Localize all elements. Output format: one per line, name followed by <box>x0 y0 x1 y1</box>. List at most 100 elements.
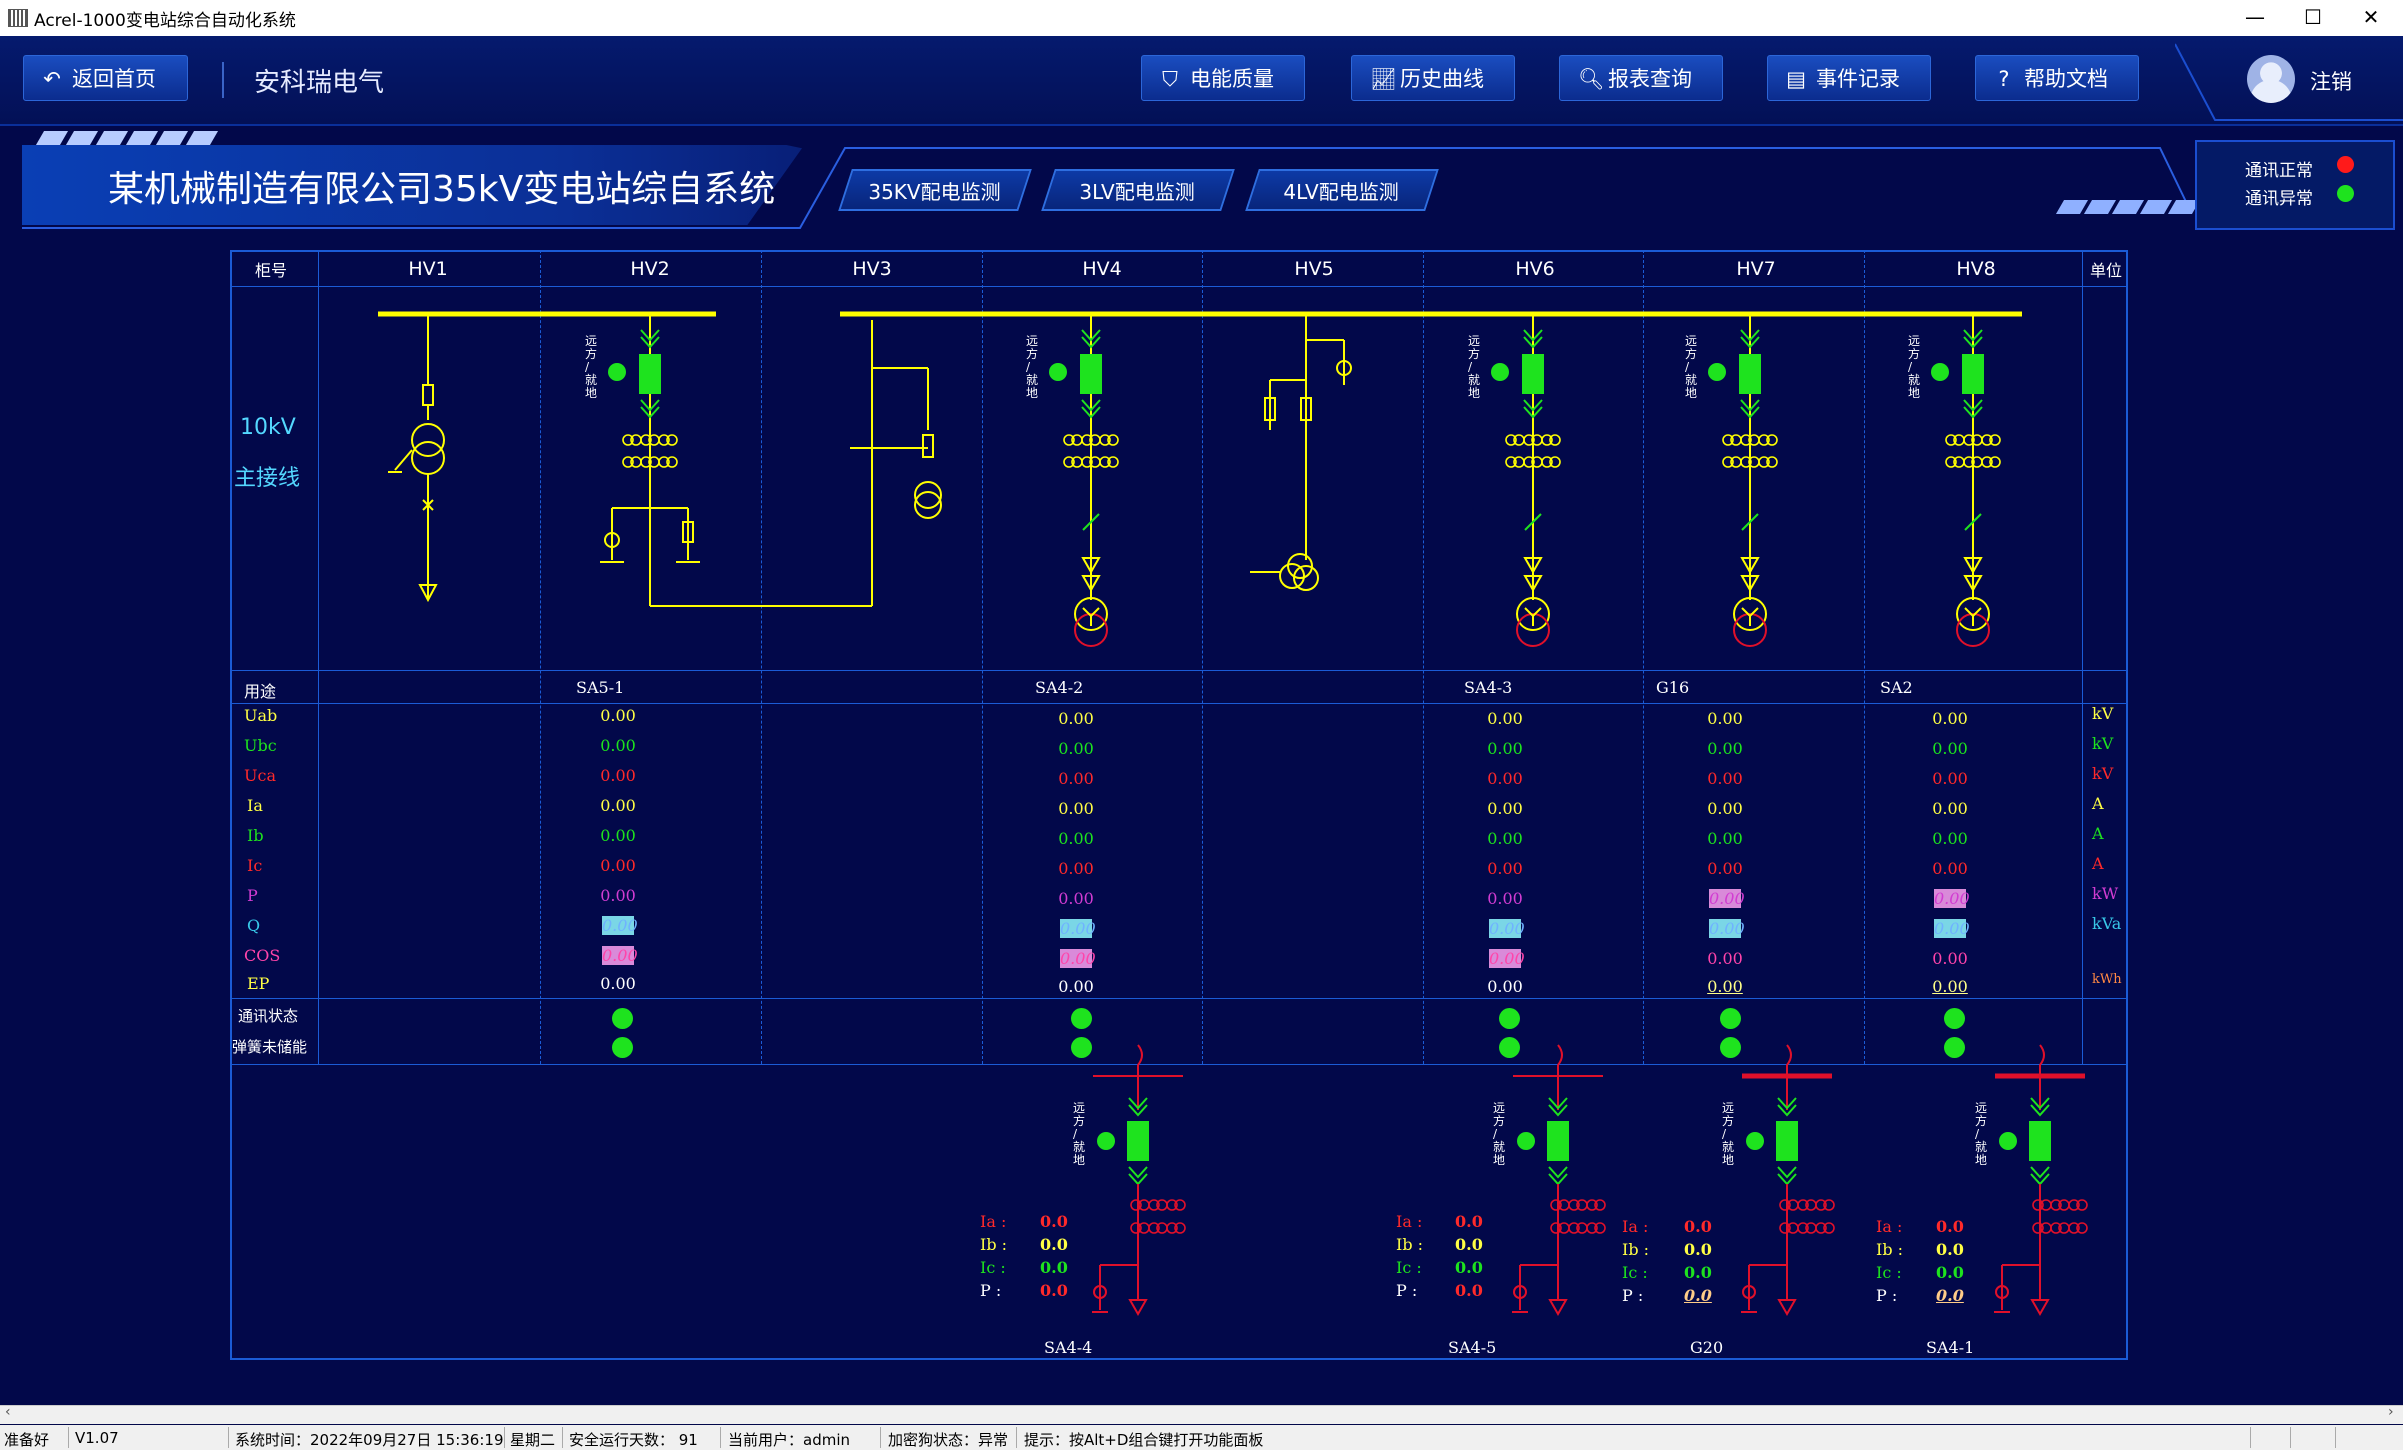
value-hv6-ia: 0.00 <box>1487 799 1523 818</box>
value-hv2-ic: 0.00 <box>600 856 636 875</box>
value-hv7-ubc: 0.00 <box>1707 739 1743 758</box>
remote-local-label: 地 <box>1026 386 1038 400</box>
unit-label: A <box>2092 794 2104 813</box>
value-hv4-uca: 0.00 <box>1058 769 1094 788</box>
feeder-value-ib: 0.0 <box>1684 1240 1712 1259</box>
param-label: Uca <box>244 766 276 785</box>
feeder-label-ic: Ic : <box>1396 1258 1422 1277</box>
horizontal-scrollbar[interactable]: ‹ › <box>0 1404 2403 1424</box>
value-hv2-ubc: 0.00 <box>600 736 636 755</box>
remote-local-label: 地 <box>1685 386 1697 400</box>
remote-local-label: 地 <box>585 386 597 400</box>
remote-local-label: 地 <box>1468 386 1480 400</box>
remote-local-label: 就 <box>585 373 597 387</box>
param-label: Ic <box>247 856 263 875</box>
usage-hv2: SA5-1 <box>576 678 625 697</box>
feeder-value-ic: 0.0 <box>1936 1263 1964 1282</box>
feeder-label-ib: Ib : <box>1396 1235 1424 1254</box>
remote-local-label: 地 <box>1722 1153 1734 1167</box>
value-hv6-ep: 0.00 <box>1487 977 1523 996</box>
feeder-4-symbol <box>1994 1044 2088 1317</box>
value-hv2-ep: 0.00 <box>600 974 636 993</box>
status-hint: 提示：按Alt+D组合键打开功能面板 <box>1024 1431 1264 1449</box>
feeder-value-ib: 0.0 <box>1040 1235 1068 1254</box>
value-hv2-ib: 0.00 <box>600 826 636 845</box>
feeder-label-ib: Ib : <box>1622 1240 1650 1259</box>
param-label: P <box>247 886 258 905</box>
remote-local-label: 地 <box>1908 386 1920 400</box>
comm-status-dot <box>1720 1008 1741 1029</box>
remote-local-label: 远 <box>1722 1101 1734 1115</box>
feeder-name: SA4-1 <box>1926 1338 1975 1357</box>
remote-local-label: 就 <box>1493 1140 1505 1154</box>
value-hv8-p: 0.00 <box>1934 889 1970 908</box>
param-label: Q <box>247 916 261 935</box>
scroll-left-icon[interactable]: ‹ <box>5 1404 11 1420</box>
spring-label: 弹簧未储能 <box>232 1038 308 1056</box>
value-hv8-q: 0.00 <box>1934 919 1970 938</box>
feeder-value-ib: 0.0 <box>1455 1235 1483 1254</box>
value-hv2-cos: 0.00 <box>602 946 638 965</box>
value-hv6-ic: 0.00 <box>1487 859 1523 878</box>
remote-local-label: 远 <box>585 334 597 348</box>
feeder-value-ia: 0.0 <box>1040 1212 1068 1231</box>
value-hv7-q: 0.00 <box>1709 919 1745 938</box>
value-hv4-ep: 0.00 <box>1058 977 1094 996</box>
value-hv8-uab: 0.00 <box>1932 709 1968 728</box>
param-label: COS <box>244 946 281 965</box>
remote-local-label: 远 <box>1975 1101 1987 1115</box>
feeder-value-ia: 0.0 <box>1455 1212 1483 1231</box>
usage-hv7: G16 <box>1656 678 1690 697</box>
comm-status-dot <box>612 1008 633 1029</box>
unit-label: A <box>2092 854 2104 873</box>
remote-local-label: 远 <box>1026 334 1038 348</box>
value-hv8-ubc: 0.00 <box>1932 739 1968 758</box>
remote-local-label: 方 <box>1026 346 1038 361</box>
value-hv2-ia: 0.00 <box>600 796 636 815</box>
param-label: Ib <box>247 826 264 845</box>
feeder-value-ia: 0.0 <box>1684 1217 1712 1236</box>
feeder-name: G20 <box>1690 1338 1724 1357</box>
status-ready: 准备好 <box>4 1431 50 1449</box>
spring-status-dot <box>612 1037 633 1058</box>
value-hv4-uab: 0.00 <box>1058 709 1094 728</box>
remote-local-label: / <box>1722 1127 1727 1141</box>
remote-local-label: 方 <box>1908 346 1920 361</box>
value-hv4-q: 0.00 <box>1060 919 1096 938</box>
value-hv8-uca: 0.00 <box>1932 769 1968 788</box>
hv8-breaker-branch <box>1931 314 2001 647</box>
value-hv4-ia: 0.00 <box>1058 799 1094 818</box>
remote-local-label: 远 <box>1908 334 1920 348</box>
status-time: 系统时间：2022年09月27日 15:36:19 <box>235 1431 504 1449</box>
spring-status-dot <box>1499 1037 1520 1058</box>
value-hv8-cos: 0.00 <box>1932 949 1968 968</box>
unit-label: kWh <box>2092 972 2122 987</box>
remote-local-label: / <box>1026 360 1031 374</box>
remote-local-label: / <box>1468 360 1473 374</box>
value-hv6-p: 0.00 <box>1487 889 1523 908</box>
unit-label: kV <box>2092 704 2114 723</box>
feeder-value-ia: 0.0 <box>1936 1217 1964 1236</box>
feeder-label-p: P : <box>1396 1281 1418 1300</box>
usage-hv8: SA2 <box>1880 678 1913 697</box>
feeder-name: SA4-5 <box>1448 1338 1497 1357</box>
value-hv7-uca: 0.00 <box>1707 769 1743 788</box>
value-hv7-ia: 0.00 <box>1707 799 1743 818</box>
remote-local-label: 地 <box>1975 1153 1987 1167</box>
remote-local-label: 远 <box>1073 1101 1085 1115</box>
feeder-name: SA4-4 <box>1044 1338 1093 1357</box>
remote-local-label: 地 <box>1073 1153 1085 1167</box>
feeder-label-ia: Ia : <box>1876 1217 1903 1236</box>
feeder-label-ic: Ic : <box>1622 1263 1648 1282</box>
hv7-breaker-branch <box>1708 314 1778 647</box>
comm-status-dot <box>1944 1008 1965 1029</box>
value-hv4-ubc: 0.00 <box>1058 739 1094 758</box>
scroll-right-icon[interactable]: › <box>2388 1404 2394 1420</box>
spring-status-dot <box>1720 1037 1741 1058</box>
feeder-label-ia: Ia : <box>1622 1217 1649 1236</box>
feeder-value-ib: 0.0 <box>1936 1240 1964 1259</box>
value-hv6-q: 0.00 <box>1489 919 1525 938</box>
param-label: Ubc <box>244 736 277 755</box>
feeder-value-p: 0.0 <box>1684 1286 1712 1305</box>
feeder-label-p: P : <box>1622 1286 1644 1305</box>
